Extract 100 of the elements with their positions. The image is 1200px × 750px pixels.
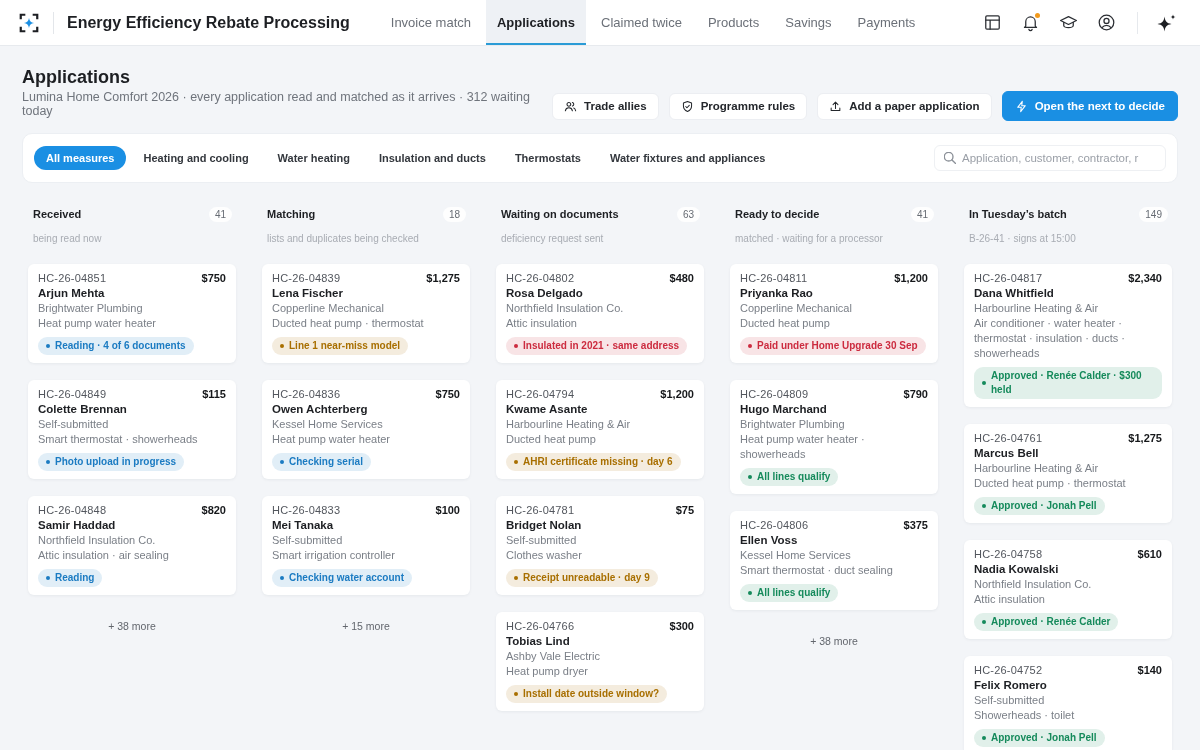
contractor-name: Self-submitted	[974, 693, 1045, 708]
application-id: HC-26-04848	[38, 503, 107, 517]
rebate-amount: $375	[903, 518, 928, 532]
show-more-link[interactable]: + 15 more	[342, 618, 390, 634]
column-count: 41	[208, 206, 232, 222]
rebate-amount: $2,340	[1128, 271, 1162, 285]
status-text: Receipt unreadable · day 9	[523, 571, 650, 585]
sparkle-icon[interactable]	[1157, 13, 1176, 32]
customer-name: Samir Haddad	[38, 518, 116, 533]
action-button[interactable]: Trade allies	[552, 92, 659, 120]
search-field[interactable]: Application, customer, contractor, r	[934, 145, 1166, 171]
application-card[interactable]: HC-26-04766 $300 Tobias Lind Ashby Vale Electric Heat pump dryer Install date outside window?	[496, 612, 704, 711]
search-icon	[944, 152, 956, 164]
application-card[interactable]: HC-26-04752 $140 Felix Romero Self-submitted Showerheads · toilet Approved · Jonah Pell	[964, 656, 1172, 750]
customer-name: Marcus Bell	[974, 446, 1039, 461]
application-card[interactable]: HC-26-04781 $75 Bridget Nolan Self-submitted Clothes washer Receipt unreadable · day 9	[496, 496, 704, 595]
measure-list: Smart thermostat · showerheads	[38, 432, 198, 447]
status-text: Install date outside window?	[523, 687, 660, 701]
application-card[interactable]: HC-26-04839 $1,275 Lena Fischer Copperline Mechanical Ducted heat pump · thermostat Line 1 near-miss model	[262, 264, 470, 363]
rebate-amount: $1,200	[660, 387, 694, 401]
nav-tab[interactable]: Savings	[774, 0, 843, 45]
application-id: HC-26-04806	[740, 518, 809, 532]
status-text: Paid under Home Upgrade 30 Sep	[757, 339, 918, 353]
rebate-amount: $790	[903, 387, 928, 401]
show-more-link[interactable]: + 38 more	[810, 633, 858, 649]
application-card[interactable]: HC-26-04806 $375 Ellen Voss Kessel Home Services Smart thermostat · duct sealing All lines qualify	[730, 511, 938, 610]
status-text: Line 1 near-miss model	[289, 339, 401, 353]
application-card[interactable]: HC-26-04849 $115 Colette Brennan Self-submitted Smart thermostat · showerheads Photo upload in progress	[28, 380, 236, 479]
application-card[interactable]: HC-26-04848 $820 Samir Haddad Northfield Insulation Co. Attic insulation · air sealing Reading	[28, 496, 236, 595]
measure-list: Heat pump water heater	[272, 432, 390, 447]
status-text: Checking water account	[289, 571, 405, 585]
lightning-bolt-icon	[1014, 99, 1028, 113]
contractor-name: Self-submitted	[506, 533, 577, 548]
page-title: Applications	[22, 66, 131, 88]
status-text: All lines qualify	[757, 586, 831, 600]
customer-name: Owen Achterberg	[272, 402, 368, 417]
user-circle-icon[interactable]	[1097, 13, 1116, 32]
measure-list: Attic insulation	[506, 316, 577, 331]
contractor-name: Copperline Mechanical	[272, 301, 384, 316]
nav-tab[interactable]: Payments	[846, 0, 927, 45]
nav-tab[interactable]: Invoice match	[379, 0, 482, 45]
column-title: Ready to decide	[735, 208, 820, 220]
application-card[interactable]: HC-26-04851 $750 Arjun Mehta Brightwater Plumbing Heat pump water heater Reading · 4 of 6 documents	[28, 264, 236, 363]
nav-tab[interactable]: Applications	[486, 0, 586, 45]
layout-icon[interactable]	[983, 13, 1002, 32]
column-count: 63	[676, 206, 700, 222]
customer-name: Priyanka Rao	[740, 286, 813, 301]
rebate-amount: $610	[1137, 547, 1162, 561]
status-text: Reading	[55, 571, 95, 585]
status-text: Approved · Renée Calder	[991, 615, 1111, 629]
application-card[interactable]: HC-26-04811 $1,200 Priyanka Rao Copperline Mechanical Ducted heat pump Paid under Home Upgrade 30 Sep	[730, 264, 938, 363]
nav-tab[interactable]: Claimed twice	[590, 0, 693, 45]
customer-name: Kwame Asante	[506, 402, 588, 417]
application-card[interactable]: HC-26-04809 $790 Hugo Marchand Brightwater Plumbing Heat pump water heater · showerheads All lines qualify	[730, 380, 938, 494]
measure-list: Showerheads · toilet	[974, 708, 1075, 723]
rebate-amount: $820	[201, 503, 226, 517]
application-id: HC-26-04809	[740, 387, 809, 401]
rebate-amount: $75	[675, 503, 694, 517]
measure-list: Ducted heat pump · thermostat	[272, 316, 424, 331]
contractor-name: Northfield Insulation Co.	[974, 577, 1092, 592]
action-button[interactable]: Add a paper application	[817, 92, 992, 120]
status-text: Approved · Renée Calder · $300 held	[991, 369, 1143, 397]
action-button[interactable]: Programme rules	[668, 92, 808, 120]
customer-name: Rosa Delgado	[506, 286, 583, 301]
customer-name: Hugo Marchand	[740, 402, 827, 417]
application-id: HC-26-04811	[740, 271, 808, 285]
measure-list: Clothes washer	[506, 548, 582, 563]
contractor-name: Harbourline Heating & Air	[506, 417, 631, 432]
contractor-name: Northfield Insulation Co.	[38, 533, 156, 548]
application-card[interactable]: HC-26-04817 $2,340 Dana Whitfield Harbourline Heating & Air Air conditioner · water heater · thermostat · insulation · ducts · showerheads Approved · Renée Calder · $300 held	[964, 264, 1172, 407]
measure-list: Heat pump water heater · showerheads	[740, 432, 928, 462]
rebate-amount: $480	[669, 271, 694, 285]
application-card[interactable]: HC-26-04758 $610 Nadia Kowalski Northfield Insulation Co. Attic insulation Approved · Renée Calder	[964, 540, 1172, 639]
customer-name: Tobias Lind	[506, 634, 570, 649]
application-card[interactable]: HC-26-04836 $750 Owen Achterberg Kessel Home Services Heat pump water heater Checking serial	[262, 380, 470, 479]
measure-list: Attic insulation · air sealing	[38, 548, 169, 563]
show-more-link[interactable]: + 38 more	[108, 618, 156, 634]
application-card[interactable]: HC-26-04802 $480 Rosa Delgado Northfield Insulation Co. Attic insulation Insulated in 2021 · same address	[496, 264, 704, 363]
column-title: Waiting on documents	[501, 208, 619, 220]
nav-tab[interactable]: Products	[696, 0, 771, 45]
contractor-name: Self-submitted	[38, 417, 109, 432]
status-text: Insulated in 2021 · same address	[523, 339, 680, 353]
application-card[interactable]: HC-26-04761 $1,275 Marcus Bell Harbourline Heating & Air Ducted heat pump · thermostat Approved · Jonah Pell	[964, 424, 1172, 523]
customer-name: Lena Fischer	[272, 286, 343, 301]
column-title: Received	[33, 208, 82, 220]
column-subtitle: matched · waiting for a processor	[734, 232, 884, 246]
bell-icon[interactable]	[1021, 13, 1040, 32]
shield-check-icon	[680, 99, 694, 113]
application-id: HC-26-04766	[506, 619, 575, 633]
column-count: 18	[442, 206, 466, 222]
application-card[interactable]: HC-26-04794 $1,200 Kwame Asante Harbourline Heating & Air Ducted heat pump AHRI certificate missing · day 6	[496, 380, 704, 479]
column-subtitle: lists and duplicates being checked	[266, 232, 420, 246]
application-id: HC-26-04781	[506, 503, 575, 517]
customer-name: Bridget Nolan	[506, 518, 582, 533]
customer-name: Ellen Voss	[740, 533, 798, 548]
application-id: HC-26-04849	[38, 387, 107, 401]
page-subtitle: Lumina Home Comfort 2026 · every application read and matched as it arrives · 312 waiting today	[22, 90, 531, 118]
measure-list: Air conditioner · water heater · thermostat · insulation · ducts · showerheads	[974, 316, 1162, 361]
contractor-name: Brightwater Plumbing	[38, 301, 143, 316]
application-card[interactable]: HC-26-04833 $100 Mei Tanaka Self-submitted Smart irrigation controller Checking water account	[262, 496, 470, 595]
